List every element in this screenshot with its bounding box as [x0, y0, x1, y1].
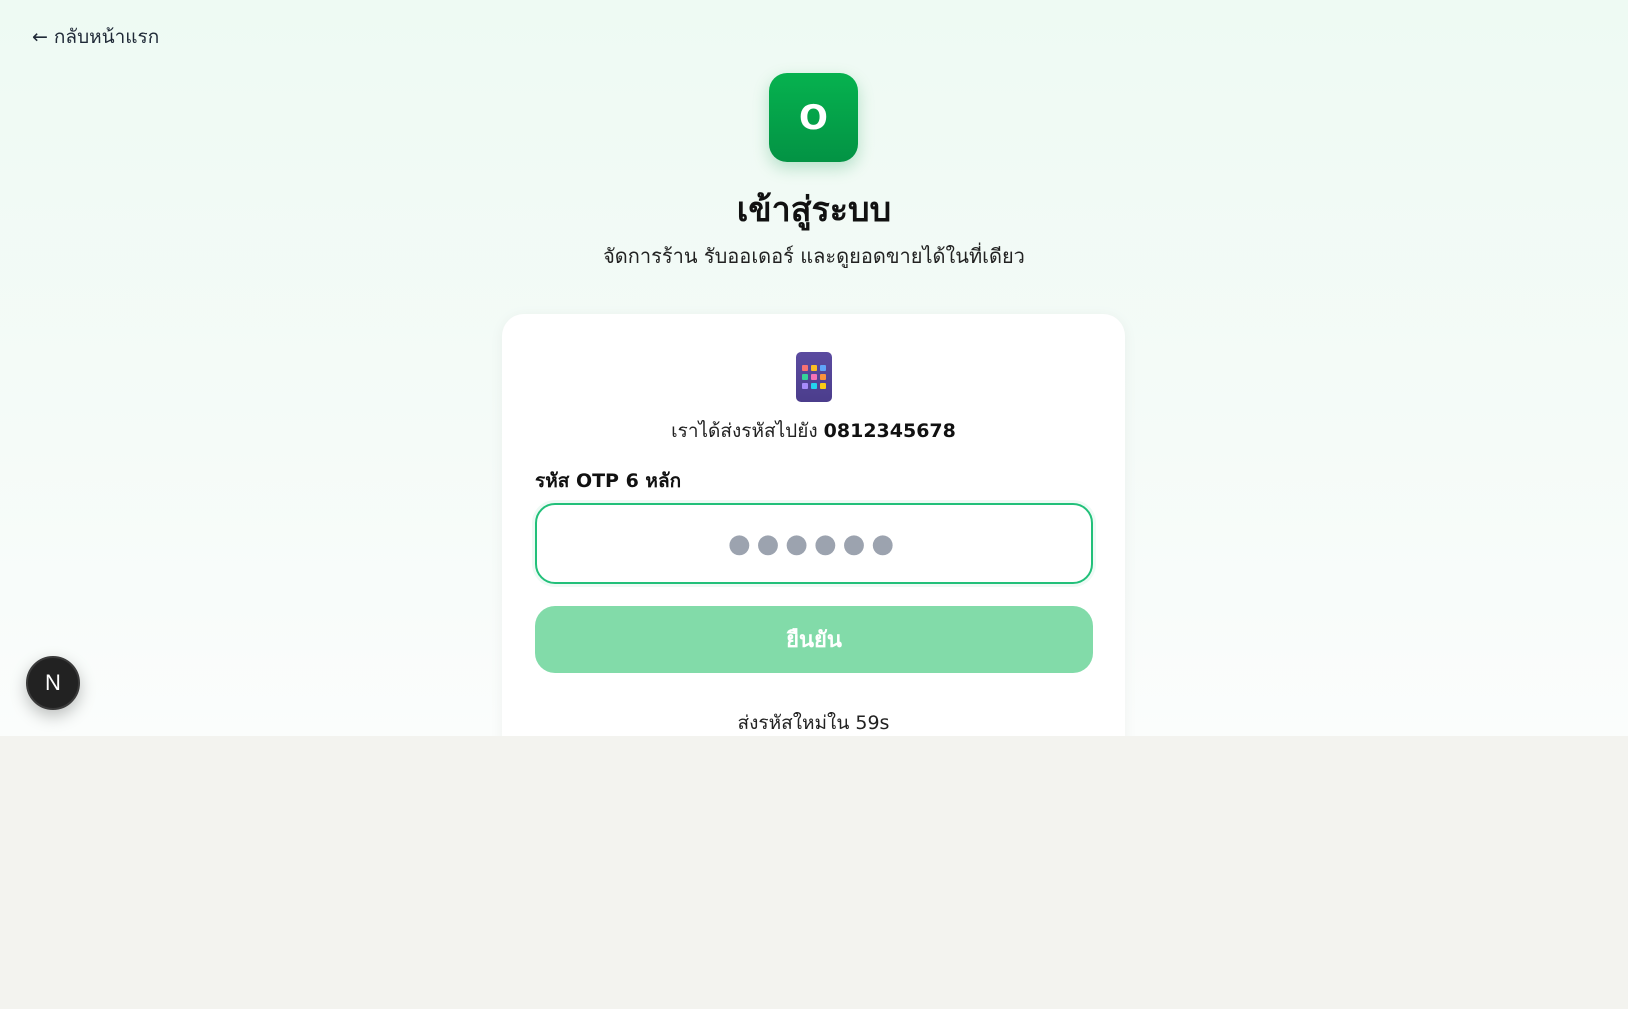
back-to-home-link[interactable]: ← กลับหน้าแรก — [32, 22, 159, 52]
resend-countdown: ส่งรหัสใหม่ใน 59s — [737, 712, 890, 734]
otp-sent-text: เราได้ส่งรหัสไปยัง — [671, 420, 824, 442]
mobile-phone-icon — [796, 352, 832, 402]
otp-card: เราได้ส่งรหัสไปยัง 0812345678 รหัส OTP 6… — [502, 314, 1125, 736]
brand-logo: O — [769, 73, 858, 162]
nextjs-icon: N — [45, 670, 61, 695]
arrow-left-icon: ← — [32, 26, 48, 48]
back-link-label: กลับหน้าแรก — [53, 26, 160, 48]
otp-sent-message: เราได้ส่งรหัสไปยัง 0812345678 — [502, 416, 1125, 446]
logo-letter: O — [799, 97, 828, 138]
page-title: เข้าสู่ระบบ — [736, 190, 892, 230]
page-viewport: ← กลับหน้าแรก O เข้าสู่ระบบ จัดการร้าน ร… — [0, 0, 1628, 736]
otp-input[interactable] — [535, 503, 1093, 584]
otp-phone-number: 0812345678 — [823, 420, 956, 442]
page-subtitle: จัดการร้าน รับออเดอร์ และดูยอดขายได้ในที… — [603, 244, 1025, 268]
confirm-button[interactable]: ยืนยัน — [535, 606, 1093, 673]
nextjs-dev-badge[interactable]: N — [26, 656, 80, 710]
otp-field-label: รหัส OTP 6 หลัก — [535, 470, 682, 492]
